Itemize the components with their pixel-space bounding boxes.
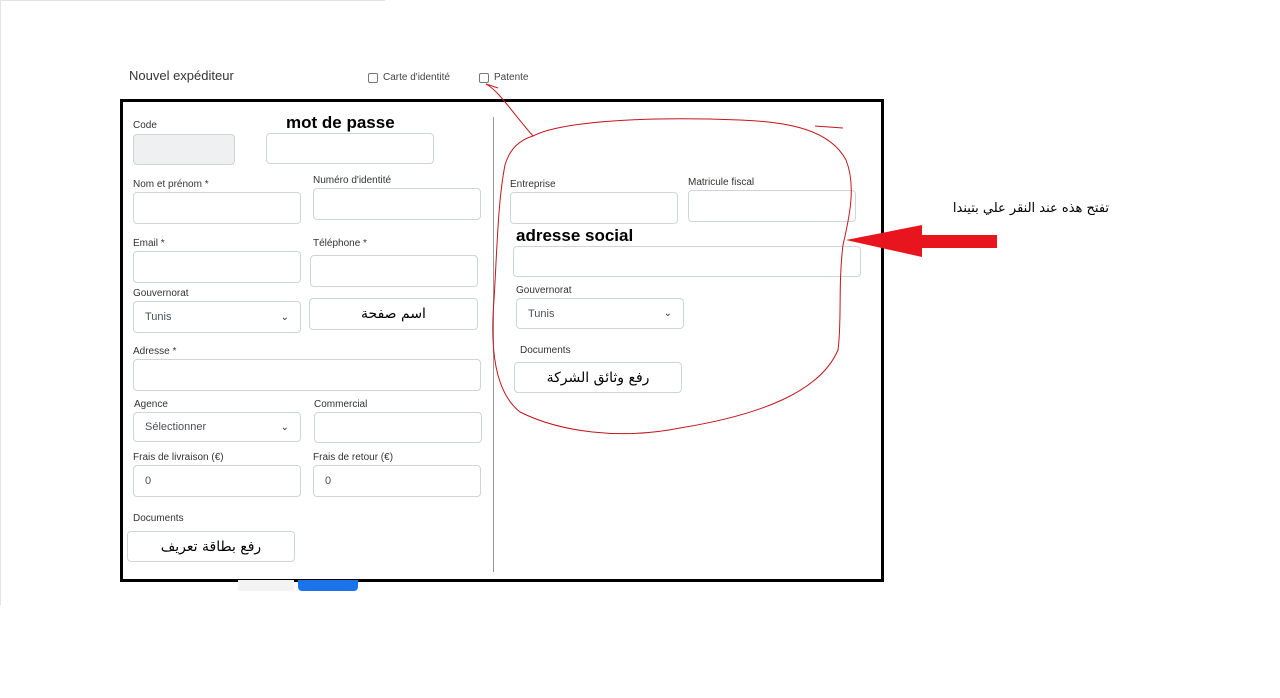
arrow-annotation: تفتح هذه عند النقر علي بتيندا xyxy=(952,201,1110,216)
red-arrow-icon xyxy=(846,225,997,257)
annotation-connector xyxy=(485,83,499,89)
annotation-circle-path xyxy=(485,83,852,435)
annotation-circle xyxy=(485,83,997,435)
save-button[interactable] xyxy=(298,580,358,591)
cancel-button[interactable] xyxy=(238,580,294,591)
